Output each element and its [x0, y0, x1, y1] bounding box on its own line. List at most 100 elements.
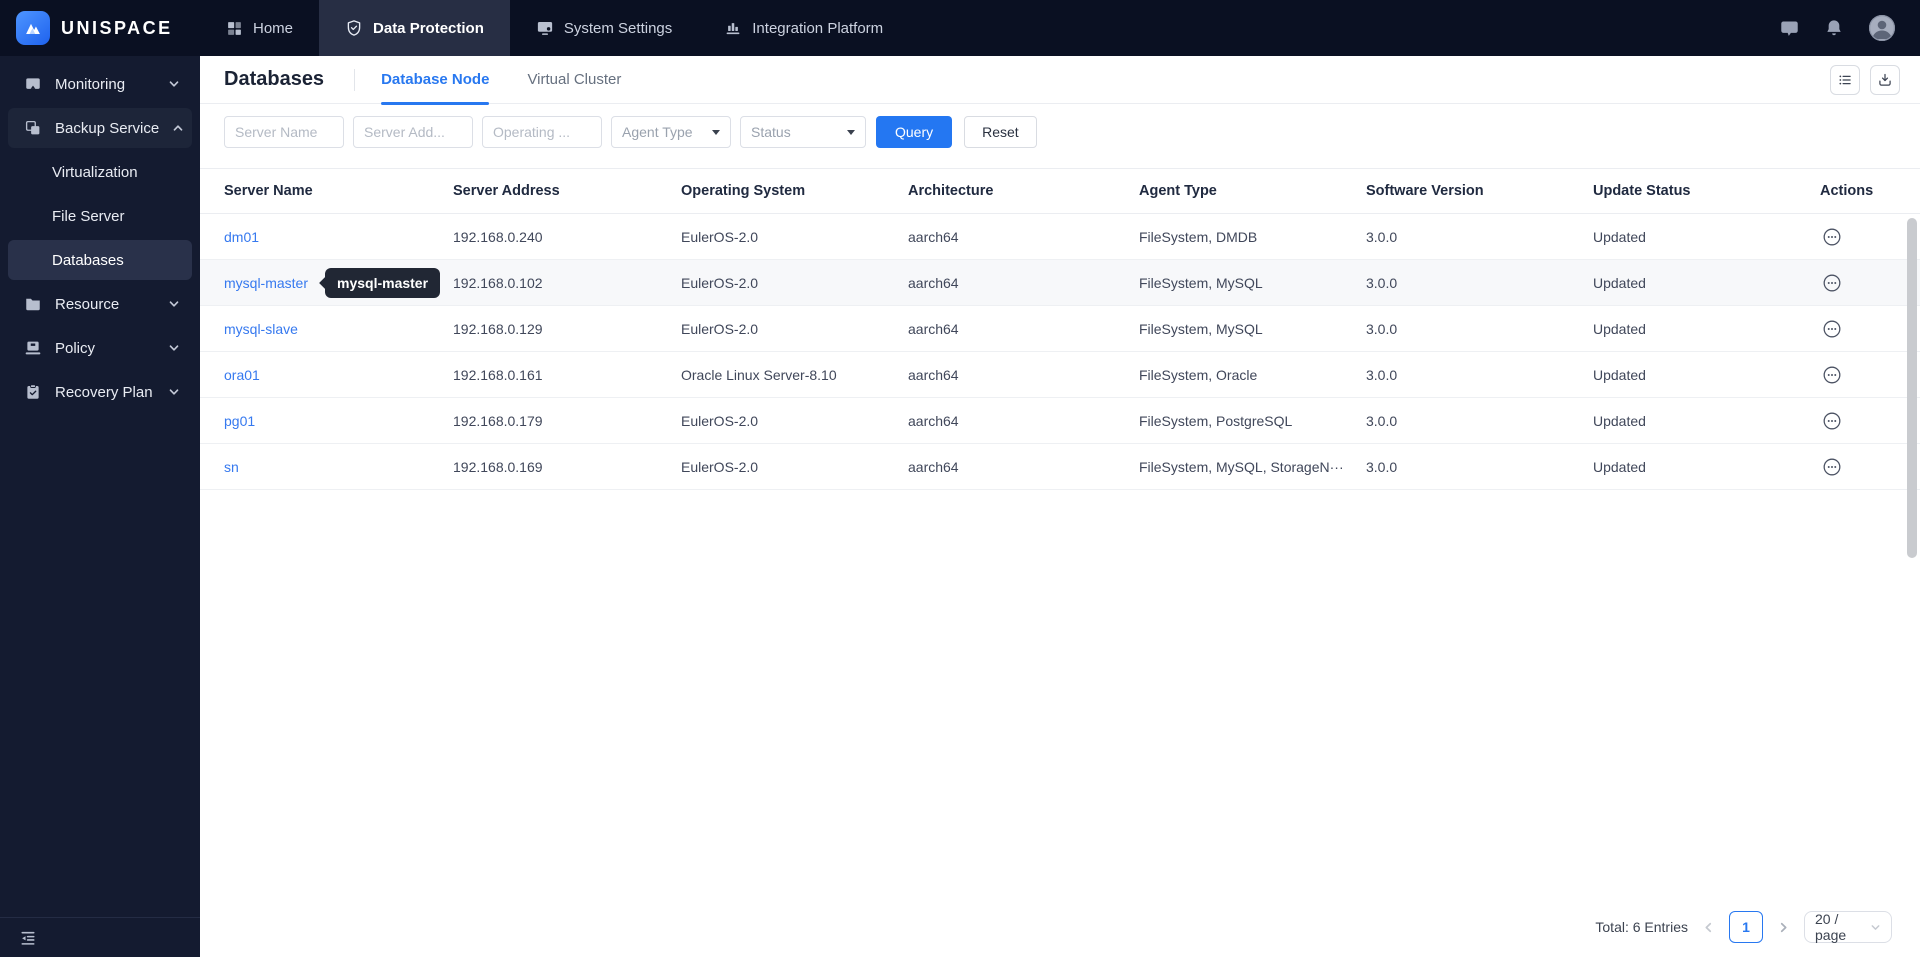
table-cell-update-status: Updated	[1593, 274, 1646, 291]
nav-system-settings[interactable]: System Settings	[510, 0, 698, 56]
next-page-button[interactable]	[1777, 921, 1790, 934]
nav-system-settings-label: System Settings	[563, 19, 673, 37]
table-cell-operating-system: EulerOS-2.0	[681, 274, 759, 291]
status-select-label: Status	[751, 124, 791, 140]
page-number-button[interactable]: 1	[1729, 911, 1763, 943]
collapse-sidebar-icon[interactable]	[19, 929, 37, 947]
chevron-down-icon	[168, 298, 180, 310]
table-cell-software-version: 3.0.0	[1366, 458, 1398, 475]
backup-copy-icon	[24, 119, 42, 137]
table-cell-software-version: 3.0.0	[1366, 366, 1398, 383]
sidebar-item-label: Virtualization	[52, 163, 138, 181]
topbar-right	[1779, 0, 1920, 56]
policy-device-icon	[24, 339, 42, 357]
row-actions[interactable]	[1820, 227, 1920, 247]
server-name-link[interactable]: pg01	[224, 413, 453, 429]
sidebar-item-databases[interactable]: Databases	[8, 240, 192, 280]
row-actions[interactable]	[1820, 273, 1920, 293]
caret-down-icon	[847, 130, 855, 139]
bar-chart-icon	[724, 19, 742, 37]
sidebar-item-virtualization[interactable]: Virtualization	[8, 152, 192, 192]
table-row: mysql-slave 192.168.0.129 EulerOS-2.0 aarch…	[200, 306, 1920, 352]
chevron-down-icon	[168, 78, 180, 90]
server-name-input[interactable]	[224, 116, 344, 148]
agent-type-select[interactable]: Agent Type	[611, 116, 731, 148]
sidebar-item-label: Backup Service	[55, 119, 160, 137]
shield-icon	[345, 19, 363, 37]
table-cell-operating-system: EulerOS-2.0	[681, 320, 759, 337]
ellipsis-circle-icon[interactable]	[1822, 411, 1842, 431]
tab-virtual-cluster[interactable]: Virtual Cluster	[527, 56, 621, 104]
sidebar-item-file-server[interactable]: File Server	[8, 196, 192, 236]
grid-icon	[226, 20, 243, 37]
table-cell-operating-system: Oracle Linux Server-8.10	[681, 366, 837, 383]
server-name-link[interactable]: ora01	[224, 367, 453, 383]
servers-table: Server Name Server Address Operating Syste…	[200, 168, 1920, 490]
nav-integration-platform[interactable]: Integration Platform	[698, 0, 909, 56]
main-content: Databases Database Node Virtual Cluster …	[200, 56, 1920, 957]
column-settings-button[interactable]	[1830, 64, 1860, 95]
table-cell-server-address: 192.168.0.179	[453, 412, 543, 429]
table-cell-update-status: Updated	[1593, 228, 1646, 245]
sidebar-item-backup-service[interactable]: Backup Service	[8, 108, 192, 148]
ellipsis-circle-icon[interactable]	[1822, 365, 1842, 385]
server-name-link[interactable]: dm01	[224, 229, 453, 245]
table-cell-agent-type: FileSystem, Oracle	[1139, 366, 1258, 383]
server-address-input[interactable]	[353, 116, 473, 148]
ellipsis-circle-icon[interactable]	[1822, 457, 1842, 477]
sidebar-item-resource[interactable]: Resource	[8, 284, 192, 324]
row-actions[interactable]	[1820, 457, 1920, 477]
table-header: Server Name Server Address Operating Syste…	[200, 168, 1920, 214]
nav-home-label: Home	[253, 19, 294, 37]
row-actions[interactable]	[1820, 319, 1920, 339]
status-select[interactable]: Status	[740, 116, 866, 148]
table-cell-agent-type: FileSystem, PostgreSQL	[1139, 412, 1293, 429]
page-size-select[interactable]: 20 / page	[1804, 911, 1892, 943]
message-icon[interactable]	[1779, 18, 1800, 39]
table-cell-server-address: 192.168.0.129	[453, 320, 543, 337]
bell-icon[interactable]	[1824, 18, 1844, 38]
nav-home[interactable]: Home	[200, 0, 319, 56]
vertical-scrollbar[interactable]	[1907, 218, 1917, 558]
previous-page-button[interactable]	[1702, 921, 1715, 934]
sidebar-item-label: Recovery Plan	[55, 383, 153, 401]
table-body: dm01 192.168.0.240 EulerOS-2.0 aarch64 FileS…	[200, 214, 1920, 490]
query-button[interactable]: Query	[876, 116, 953, 148]
sidebar-item-policy[interactable]: Policy	[8, 328, 192, 368]
operating-system-input[interactable]	[482, 116, 602, 148]
ellipsis-circle-icon[interactable]	[1822, 227, 1842, 247]
table-cell-update-status: Updated	[1593, 458, 1646, 475]
header-actions	[1830, 64, 1900, 95]
table-row: sn 192.168.0.169 EulerOS-2.0 aarch64 FileSys…	[200, 444, 1920, 490]
sidebar-item-label: Monitoring	[55, 75, 126, 93]
table-cell-agent-type: FileSystem, MySQL	[1139, 320, 1263, 337]
header-divider	[354, 68, 356, 91]
page-size-label: 20 / page	[1815, 911, 1847, 943]
nav-data-protection[interactable]: Data Protection	[319, 0, 510, 56]
avatar[interactable]	[1868, 14, 1896, 42]
table-cell-operating-system: EulerOS-2.0	[681, 458, 759, 475]
ellipsis-circle-icon[interactable]	[1822, 319, 1842, 339]
sidebar: Monitoring Backup Service Virtualization…	[0, 56, 200, 957]
tab-database-node[interactable]: Database Node	[381, 56, 490, 105]
server-name-link[interactable]: mysql-slave	[224, 321, 453, 337]
sidebar-item-recovery-plan[interactable]: Recovery Plan	[8, 372, 192, 412]
row-actions[interactable]	[1820, 411, 1920, 431]
column-header: Update Status	[1593, 183, 1691, 199]
chevron-down-icon	[168, 386, 180, 398]
table-cell-update-status: Updated	[1593, 366, 1646, 383]
page-title: Databases	[224, 68, 325, 90]
caret-down-icon	[712, 130, 720, 139]
column-header: Server Address	[453, 183, 560, 199]
ellipsis-circle-icon[interactable]	[1822, 273, 1842, 293]
table-cell-operating-system: EulerOS-2.0	[681, 412, 759, 429]
table-cell-software-version: 3.0.0	[1366, 228, 1398, 245]
sidebar-item-monitoring[interactable]: Monitoring	[8, 64, 192, 104]
row-actions[interactable]	[1820, 365, 1920, 385]
nav-integration-platform-label: Integration Platform	[752, 19, 884, 37]
reset-button[interactable]: Reset	[964, 116, 1037, 148]
server-name-link[interactable]: sn	[224, 459, 453, 475]
export-button[interactable]	[1870, 64, 1900, 95]
column-header: Server Name	[224, 183, 313, 199]
pagination-total: Total: 6 Entries	[1595, 919, 1688, 935]
